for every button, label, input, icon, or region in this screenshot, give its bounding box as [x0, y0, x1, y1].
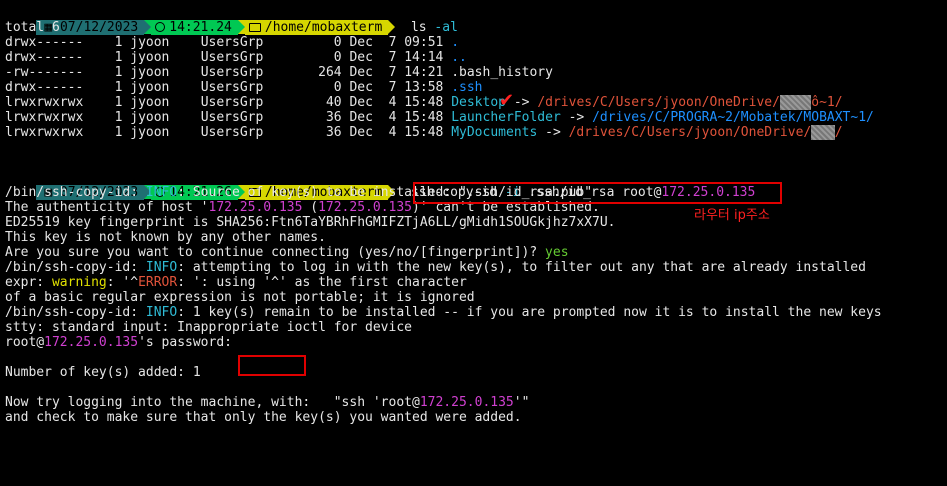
dir-name: .. — [451, 50, 467, 65]
output-line: Now try logging into the machine, with: … — [5, 395, 530, 410]
output-line: Number of key(s) added: 1 — [5, 365, 201, 380]
prompt-line-1: ▦ 07/12/2023 14:21.24/home/mobaxterm ls -… — [0, 5, 947, 35]
symlink-target: /drives/C/Users/jyoon/OneDrive/ — [537, 95, 780, 110]
dir-name: . — [451, 35, 460, 50]
output-line: /bin/ssh-copy-id: INFO: attempting to lo… — [5, 260, 866, 275]
listing-row: lrwxrwxrwx 1 jyoon UsersGrp 36 Dec 4 15:… — [5, 110, 874, 125]
password-prompt[interactable]: root@172.25.0.135's password: — [0, 335, 947, 350]
symlink-name: Desktop — [451, 95, 506, 110]
redacted-block: ▓▓▓ — [811, 125, 835, 140]
command-highlight-box — [413, 182, 782, 204]
listing-row: drwx------ 1 jyoon UsersGrp 0 Dec 7 13:5… — [5, 80, 483, 95]
checkmark-icon: ✔ — [499, 90, 515, 111]
output-line: This key is not known by any other names… — [5, 230, 326, 245]
output-line: Are you sure you want to continue connec… — [5, 245, 569, 260]
file-name: .bash_history — [451, 65, 553, 80]
symlink-name: MyDocuments — [451, 125, 538, 140]
output-line: expr: warning: '^ERROR: ': using '^' as … — [5, 275, 467, 290]
symlink-name: LauncherFolder — [451, 110, 561, 125]
ip-annotation: 라우터 ip주소 — [694, 208, 770, 223]
redacted-block: ▓▓▓▓ — [779, 95, 812, 110]
listing-total: total 6 — [5, 20, 60, 35]
listing-row: drwx------ 1 jyoon UsersGrp 0 Dec 7 09:5… — [5, 35, 460, 50]
output-line: ED25519 key fingerprint is SHA256:Ftn6Ta… — [5, 215, 616, 230]
output-line: of a basic regular expression is not por… — [5, 290, 475, 305]
listing-row: drwx------ 1 jyoon UsersGrp 0 Dec 7 14:1… — [5, 50, 467, 65]
listing-row: lrwxrwxrwx 1 jyoon UsersGrp 40 Dec 4 15:… — [5, 95, 843, 110]
output-line: stty: standard input: Inappropriate ioct… — [5, 320, 412, 335]
symlink-target: /drives/C/PROGRA~2/Mobatek/MOBAXT~1/ — [592, 110, 874, 125]
symlink-target: /drives/C/Users/jyoon/OneDrive/ — [568, 125, 812, 140]
dir-name: .ssh — [451, 80, 483, 95]
terminal-window[interactable]: ▦ 07/12/2023 14:21.24/home/mobaxterm ls -… — [0, 0, 947, 486]
output-line: /bin/ssh-copy-id: INFO: 1 key(s) remain … — [5, 305, 882, 320]
output-line: and check to make sure that only the key… — [5, 410, 522, 425]
password-highlight-box — [238, 355, 306, 376]
listing-row: -rw------- 1 jyoon UsersGrp 264 Dec 7 14… — [5, 65, 553, 80]
listing-row: lrwxrwxrwx 1 jyoon UsersGrp 36 Dec 4 15:… — [5, 125, 843, 140]
